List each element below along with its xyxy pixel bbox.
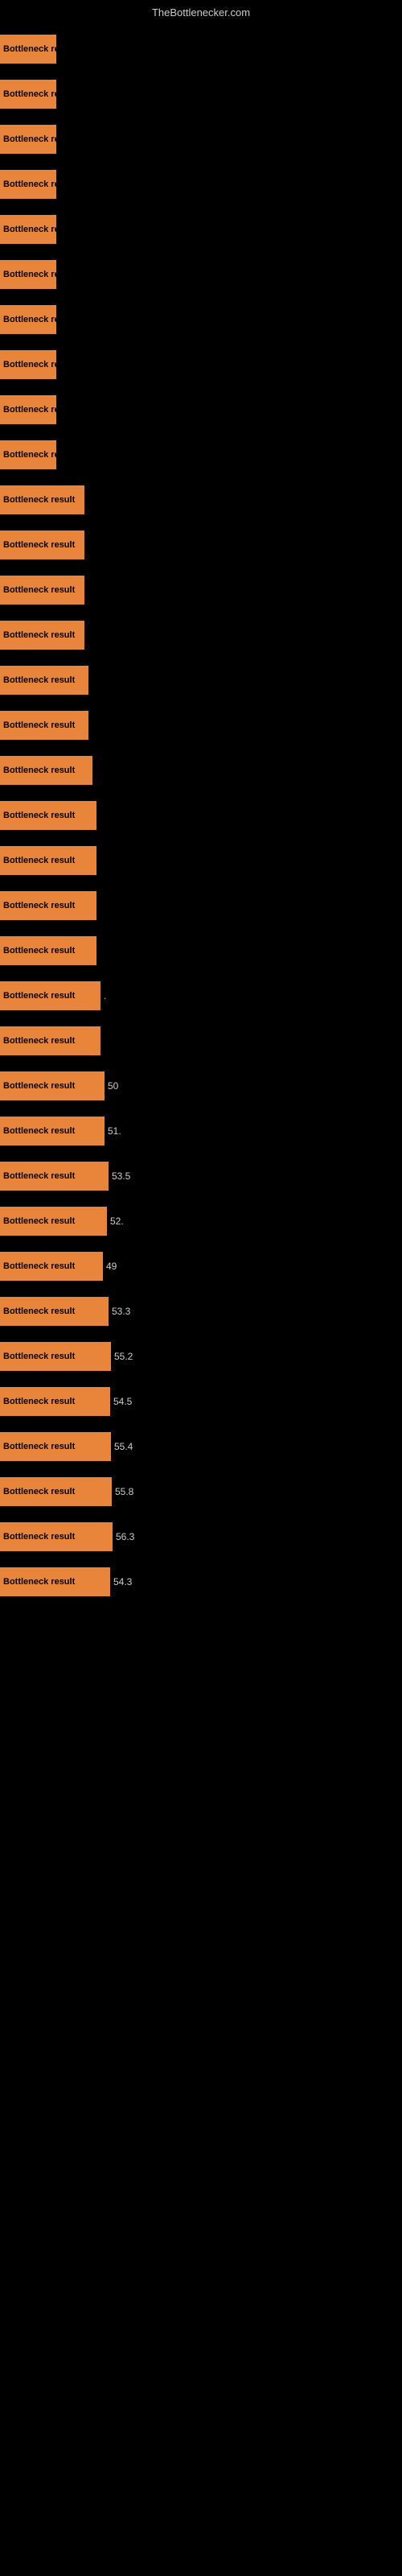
bottleneck-bar: Bottleneck result	[0, 485, 84, 514]
table-row: Bottleneck result	[0, 749, 402, 791]
table-row: Bottleneck result	[0, 704, 402, 746]
table-row: Bottleneck res	[0, 254, 402, 295]
bar-value: 55.2	[114, 1351, 133, 1362]
table-row: Bottleneck res	[0, 434, 402, 476]
bottleneck-bar: Bottleneck result	[0, 846, 96, 875]
table-row: Bottleneck result55.2	[0, 1335, 402, 1377]
bottleneck-bar: Bottleneck result	[0, 530, 84, 559]
bar-value: 54.5	[113, 1396, 132, 1407]
table-row: Bottleneck result	[0, 1020, 402, 1062]
bottleneck-bar: Bottleneck result	[0, 1387, 110, 1416]
bar-value: 52.	[110, 1216, 124, 1227]
bar-value: 53.3	[112, 1306, 130, 1317]
bottleneck-bar: Bottleneck result	[0, 936, 96, 965]
table-row: Bottleneck result55.4	[0, 1426, 402, 1468]
bottleneck-bar: Bottleneck result	[0, 621, 84, 650]
bottleneck-bar: Bottleneck res	[0, 350, 56, 379]
bottleneck-bar: Bottleneck result	[0, 801, 96, 830]
bottleneck-bar: Bottleneck result	[0, 1522, 113, 1551]
bottleneck-bar: Bottleneck res	[0, 125, 56, 154]
bottleneck-bar: Bottleneck res	[0, 305, 56, 334]
table-row: Bottleneck result54.3	[0, 1561, 402, 1603]
table-row: Bottleneck res	[0, 163, 402, 205]
table-row: Bottleneck result	[0, 614, 402, 656]
bottleneck-bar: Bottleneck res	[0, 35, 56, 64]
table-row: Bottleneck result	[0, 795, 402, 836]
bar-value: 55.8	[115, 1486, 133, 1497]
bottleneck-bar: Bottleneck result	[0, 1432, 111, 1461]
bottleneck-bar: Bottleneck result	[0, 576, 84, 605]
table-row: Bottleneck result53.5	[0, 1155, 402, 1197]
bottleneck-bar: Bottleneck res	[0, 260, 56, 289]
bar-value: 56.3	[116, 1531, 134, 1542]
table-row: Bottleneck result50	[0, 1065, 402, 1107]
table-row: Bottleneck result.	[0, 975, 402, 1017]
bottleneck-bar: Bottleneck result	[0, 981, 100, 1010]
bottleneck-bar: Bottleneck result	[0, 1297, 109, 1326]
bar-value: 55.4	[114, 1441, 133, 1452]
bottleneck-bar: Bottleneck result	[0, 1252, 103, 1281]
bottleneck-bar: Bottleneck result	[0, 1117, 105, 1146]
bottleneck-bar: Bottleneck result	[0, 1162, 109, 1191]
bar-value: 49	[106, 1261, 117, 1272]
table-row: Bottleneck res	[0, 28, 402, 70]
table-row: Bottleneck result54.5	[0, 1381, 402, 1422]
table-row: Bottleneck result	[0, 659, 402, 701]
bar-value: 51.	[108, 1125, 121, 1137]
bar-value: 54.3	[113, 1576, 132, 1587]
table-row: Bottleneck res	[0, 344, 402, 386]
table-row: Bottleneck result	[0, 479, 402, 521]
table-row: Bottleneck res	[0, 73, 402, 115]
table-row: Bottleneck res	[0, 208, 402, 250]
bottleneck-bar: Bottleneck result	[0, 711, 88, 740]
bottleneck-bar: Bottleneck result	[0, 1567, 110, 1596]
header: TheBottlenecker.com	[0, 0, 402, 25]
bottleneck-bar: Bottleneck res	[0, 170, 56, 199]
bottleneck-bar: Bottleneck result	[0, 1342, 111, 1371]
table-row: Bottleneck result51.	[0, 1110, 402, 1152]
table-row: Bottleneck result	[0, 885, 402, 927]
bar-value: 50	[108, 1080, 118, 1092]
bottleneck-bar: Bottleneck res	[0, 80, 56, 109]
bottleneck-bar: Bottleneck result	[0, 666, 88, 695]
table-row: Bottleneck result52.	[0, 1200, 402, 1242]
table-row: Bottleneck result53.3	[0, 1290, 402, 1332]
table-row: Bottleneck result	[0, 524, 402, 566]
bar-value: .	[104, 990, 106, 1001]
table-row: Bottleneck res	[0, 299, 402, 341]
bottleneck-bar: Bottleneck res	[0, 440, 56, 469]
bottleneck-bar: Bottleneck result	[0, 1071, 105, 1100]
bottleneck-bar: Bottleneck result	[0, 891, 96, 920]
table-row: Bottleneck res	[0, 118, 402, 160]
bottleneck-bar: Bottleneck result	[0, 1207, 107, 1236]
table-row: Bottleneck res	[0, 389, 402, 431]
table-row: Bottleneck result	[0, 930, 402, 972]
table-row: Bottleneck result49	[0, 1245, 402, 1287]
bottleneck-bar: Bottleneck res	[0, 395, 56, 424]
bottleneck-bar: Bottleneck result	[0, 1026, 100, 1055]
bottleneck-bar: Bottleneck res	[0, 215, 56, 244]
table-row: Bottleneck result55.8	[0, 1471, 402, 1513]
site-title: TheBottlenecker.com	[0, 0, 402, 25]
bar-value: 53.5	[112, 1170, 130, 1182]
table-row: Bottleneck result	[0, 840, 402, 881]
table-row: Bottleneck result56.3	[0, 1516, 402, 1558]
table-row: Bottleneck result	[0, 569, 402, 611]
bottleneck-bar: Bottleneck result	[0, 756, 92, 785]
bottleneck-bar: Bottleneck result	[0, 1477, 112, 1506]
